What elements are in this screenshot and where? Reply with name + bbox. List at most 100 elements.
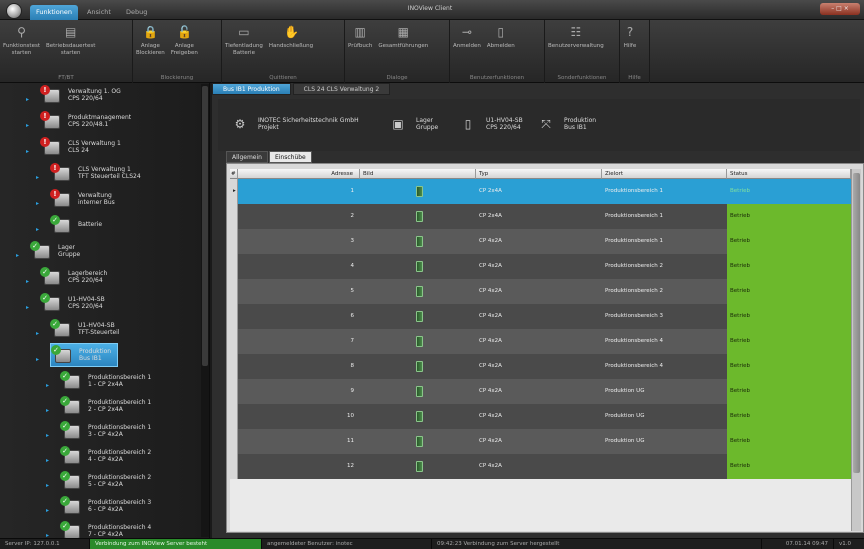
table-row[interactable]: 8 CP 4x2A Produktionsbereich 4 Betrieb: [230, 354, 851, 379]
tree-node[interactable]: ✓ U1-HV04-SB CPS 220/64: [40, 291, 105, 315]
login-button[interactable]: ⊸ Anmelden: [450, 24, 484, 70]
ribbon-tab-2[interactable]: Debug: [120, 5, 153, 20]
expand-icon[interactable]: ▸: [26, 305, 31, 311]
table-row[interactable]: 2 CP 2x4A Produktionsbereich 1 Betrieb: [230, 204, 851, 229]
table-row[interactable]: 4 CP 4x2A Produktionsbereich 2 Betrieb: [230, 254, 851, 279]
adresse-cell: 5: [238, 279, 360, 304]
ribbon-group-label: Blockierung: [160, 75, 194, 81]
tree-node[interactable]: ! Produktmanagement CPS 220/48.1: [40, 109, 131, 133]
tree-node[interactable]: ✓ Lager Gruppe: [30, 239, 80, 263]
tree-node[interactable]: ✓ Produktionsbereich 2 5 - CP 4x2A: [60, 469, 151, 493]
unlock-button[interactable]: 🔓 Anlage Freigeben: [168, 24, 201, 70]
tree-node[interactable]: ✓ Produktionsbereich 1 1 - CP 2x4A: [60, 369, 151, 393]
battery-button[interactable]: ▭ Tiefentladung Batterie: [222, 24, 266, 70]
table-row[interactable]: 7 CP 4x2A Produktionsbereich 4 Betrieb: [230, 329, 851, 354]
column-header-adresse[interactable]: Adresse: [238, 169, 360, 179]
doc-tab-1[interactable]: CLS 24 CLS Verwaltung 2: [292, 83, 391, 95]
tree-scrollbar-thumb[interactable]: [202, 86, 208, 366]
test-book-button[interactable]: ▥ Prüfbuch: [345, 24, 375, 70]
table-row[interactable]: 6 CP 4x2A Produktionsbereich 3 Betrieb: [230, 304, 851, 329]
expand-icon[interactable]: ▸: [36, 201, 41, 207]
function-test-button[interactable]: ⚲ Funktionstest starten: [0, 24, 43, 70]
adresse-cell: 4: [238, 254, 360, 279]
ribbon-tab-1[interactable]: Ansicht: [81, 5, 117, 20]
expand-icon[interactable]: ▸: [46, 508, 51, 514]
hand-switch-button[interactable]: ✋ Handschließung: [266, 24, 316, 70]
status-ok-icon: ✓: [60, 521, 70, 531]
table-row[interactable]: 9 CP 4x2A Produktion UG Betrieb: [230, 379, 851, 404]
typ-cell: CP 4x2A: [476, 454, 602, 479]
row-indicator[interactable]: ▸: [230, 179, 238, 204]
doc-tab-0[interactable]: Bus IB1 Produktion: [212, 83, 291, 95]
expand-icon[interactable]: ▸: [36, 175, 41, 181]
breadcrumb-item[interactable]: ▯ U1-HV04-SB CPS 220/64: [458, 109, 523, 139]
overview-button[interactable]: ▦ Gesamtführungen: [375, 24, 431, 70]
tree-node[interactable]: ! CLS Verwaltung 1 TFT Steuerteil CLS24: [50, 161, 141, 185]
expand-icon[interactable]: ▸: [46, 433, 51, 439]
table-row[interactable]: 3 CP 4x2A Produktionsbereich 1 Betrieb: [230, 229, 851, 254]
column-header-zielort[interactable]: Zielort: [602, 169, 727, 179]
column-header-typ[interactable]: Typ: [476, 169, 602, 179]
expand-icon[interactable]: ▸: [26, 279, 31, 285]
tree-node[interactable]: ✓ Produktionsbereich 4 7 - CP 4x2A: [60, 519, 151, 538]
row-indicator[interactable]: [230, 254, 238, 279]
expand-icon[interactable]: ▸: [46, 458, 51, 464]
row-indicator[interactable]: [230, 204, 238, 229]
tree-node[interactable]: ✓ Lagerbereich CPS 220/64: [40, 265, 107, 289]
row-indicator[interactable]: [230, 304, 238, 329]
tree-node[interactable]: ✓ U1-HV04-SB TFT-Steuerteil: [50, 317, 119, 341]
row-indicator[interactable]: [230, 454, 238, 479]
breadcrumb-item[interactable]: ▣ Lager Gruppe: [388, 109, 438, 139]
breadcrumb-item[interactable]: ⤧ Produktion Bus IB1: [536, 109, 596, 139]
row-indicator[interactable]: [230, 379, 238, 404]
row-indicator[interactable]: [230, 329, 238, 354]
grid-scrollbar-thumb[interactable]: [853, 173, 860, 473]
column-header-status[interactable]: Status: [727, 169, 851, 179]
sub-tab-0[interactable]: Allgemein: [226, 151, 268, 163]
expand-icon[interactable]: ▸: [26, 123, 31, 129]
table-row[interactable]: 11 CP 4x2A Produktion UG Betrieb: [230, 429, 851, 454]
row-indicator[interactable]: [230, 404, 238, 429]
ribbon-group-label: Dialoge: [386, 75, 408, 81]
table-row[interactable]: 5 CP 4x2A Produktionsbereich 2 Betrieb: [230, 279, 851, 304]
row-indicator[interactable]: [230, 354, 238, 379]
expand-icon[interactable]: ▸: [26, 149, 31, 155]
help-button[interactable]: ? Hilfe: [620, 24, 640, 70]
expand-icon[interactable]: ▸: [46, 383, 51, 389]
table-row[interactable]: 10 CP 4x2A Produktion UG Betrieb: [230, 404, 851, 429]
ribbon-tab-0[interactable]: Funktionen: [30, 5, 78, 20]
row-indicator[interactable]: [230, 279, 238, 304]
lock-button[interactable]: 🔒 Anlage Blockieren: [133, 24, 168, 70]
expand-icon[interactable]: ▸: [36, 331, 41, 337]
row-indicator[interactable]: [230, 229, 238, 254]
logout-button[interactable]: ▯ Abmelden: [484, 24, 518, 70]
expand-icon[interactable]: ▸: [36, 227, 41, 233]
expand-icon[interactable]: ▸: [26, 97, 31, 103]
breadcrumb-item[interactable]: ⚙ INOTEC Sicherheitstechnik GmbH Projekt: [230, 109, 359, 139]
expand-icon[interactable]: ▸: [46, 408, 51, 414]
grid-scrollbar[interactable]: [851, 169, 861, 531]
tree-node[interactable]: ! Verwaltung 1. OG CPS 220/64: [40, 83, 121, 107]
tree-node[interactable]: ! Verwaltung interner Bus: [50, 187, 115, 211]
tree-node[interactable]: ✓ Produktionsbereich 1 3 - CP 4x2A: [60, 419, 151, 443]
sub-tab-1[interactable]: Einschübe: [268, 151, 312, 163]
tree-node[interactable]: ✓ Batterie: [50, 213, 102, 237]
window-controls[interactable]: – □ ×: [820, 3, 860, 15]
tree-node[interactable]: ✓ Produktionsbereich 3 6 - CP 4x2A: [60, 494, 151, 518]
user-admin-button[interactable]: ☷ Benutzerverwaltung: [545, 24, 607, 70]
expand-icon[interactable]: ▸: [16, 253, 21, 259]
tree-node[interactable]: ! CLS Verwaltung 1 CLS 24: [40, 135, 121, 159]
table-row[interactable]: ▸ 1 CP 2x4A Produktionsbereich 1 Betrieb: [230, 179, 851, 204]
tree-node[interactable]: ✓ Produktion Bus IB1: [50, 343, 119, 367]
expand-icon[interactable]: ▸: [46, 483, 51, 489]
last-event: 09:42:23 Verbindung zum Server hergestel…: [432, 539, 762, 549]
table-row[interactable]: 12 CP 4x2A Betrieb: [230, 454, 851, 479]
column-header-bild[interactable]: Bild: [360, 169, 476, 179]
tree-node[interactable]: ✓ Produktionsbereich 1 2 - CP 2x4A: [60, 394, 151, 418]
tree-node[interactable]: ✓ Produktionsbereich 2 4 - CP 4x2A: [60, 444, 151, 468]
expand-icon[interactable]: ▸: [36, 357, 41, 363]
column-header-row-indicator[interactable]: #: [230, 169, 238, 179]
duration-test-button[interactable]: ▤ Betriebsdauertest starten: [43, 24, 98, 70]
row-indicator[interactable]: [230, 429, 238, 454]
app-menu-orb-icon[interactable]: [6, 3, 22, 19]
